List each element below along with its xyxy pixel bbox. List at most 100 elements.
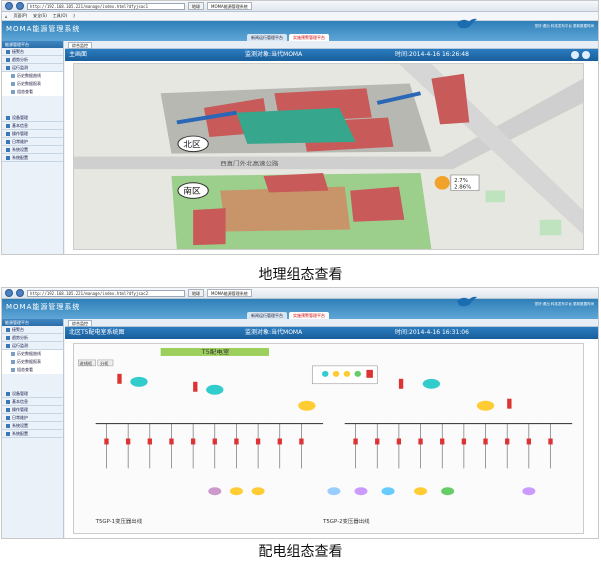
- app-title: MOMA能源管理系统: [6, 303, 81, 311]
- header-links[interactable]: 您好:退出 科技发布平台 更新数据时间: [535, 302, 594, 307]
- title-icons: [571, 51, 590, 59]
- sidebar-item-monitor[interactable]: 运行监测: [2, 64, 63, 72]
- browser-tab[interactable]: 地球: [188, 289, 204, 297]
- geo-title: 主画面: [69, 51, 88, 58]
- url-input[interactable]: http://192.168.105.221/manage/index.html…: [27, 2, 185, 10]
- sidebar: 能源管理平台 接警台 趋势分析 运行监测 历史数据曲线 历史数据报表 组态查看 …: [2, 41, 64, 254]
- folder-icon: [6, 423, 10, 428]
- home-icon[interactable]: ⌂: [5, 14, 8, 19]
- cmd-safety[interactable]: 安全(S): [33, 13, 47, 19]
- sidebar: 能源管理平台 接警台 趋势分析 运行监测 历史数据曲线 历史数据报表 组态查看 …: [2, 319, 64, 538]
- sidebar-item-config[interactable]: 系统配置: [2, 154, 63, 162]
- page-icon: [11, 360, 15, 364]
- meter-icon[interactable]: [229, 487, 243, 496]
- folder-icon: [6, 115, 10, 120]
- breaker[interactable]: [117, 373, 122, 384]
- green-patch: [539, 219, 562, 236]
- folder-icon: [6, 399, 10, 404]
- browser-tab[interactable]: 地球: [188, 2, 204, 10]
- refresh-icon[interactable]: [571, 51, 579, 59]
- badge-line-1: 2.7%: [454, 178, 468, 184]
- page-icon: [11, 368, 15, 372]
- back-button[interactable]: [5, 2, 13, 10]
- cmd-tools[interactable]: 工具(O): [53, 13, 67, 19]
- meter-icon[interactable]: [251, 487, 265, 496]
- app-title: MOMA能源管理系统: [6, 25, 81, 33]
- folder-icon: [6, 147, 10, 152]
- sidebar-sub-history-curve[interactable]: 历史数据曲线: [2, 350, 63, 358]
- forward-button[interactable]: [16, 289, 24, 297]
- main-content: 综合监控 北区T5配电室系统图 监测对象:当代MOMA 时间:2014-4-16…: [65, 319, 598, 538]
- transformer-icon[interactable]: [206, 384, 224, 395]
- meter-icon[interactable]: [414, 487, 428, 496]
- sidebar-item-monitor[interactable]: 运行监测: [2, 342, 63, 350]
- browser-command-bar: ⌂ 页面(P) 安全(S) 工具(O) ?: [2, 12, 598, 21]
- tab-operation[interactable]: 新闻运行管理平台: [247, 34, 287, 41]
- folder-icon: [6, 139, 10, 144]
- meter-icon[interactable]: [522, 487, 536, 496]
- transformer-icon[interactable]: [476, 400, 495, 411]
- page-tab[interactable]: 综合监控: [68, 42, 92, 49]
- page-tab[interactable]: 综合监控: [68, 320, 92, 327]
- folder-icon: [6, 65, 10, 70]
- sidebar-sub-config-view[interactable]: 组态查看: [2, 366, 63, 374]
- sidebar-sub-history-report[interactable]: 历史数据报表: [2, 80, 63, 88]
- folder-icon: [6, 431, 10, 436]
- tab-warning[interactable]: 实施预警管理平台: [289, 312, 329, 319]
- help-icon[interactable]: ?: [73, 14, 75, 19]
- building: [350, 186, 405, 222]
- south-plaza: [220, 186, 351, 232]
- meter-icon[interactable]: [434, 175, 450, 190]
- incoming-button-label: 进线柜: [79, 360, 92, 366]
- caption-geo: 地理组态查看: [258, 267, 343, 283]
- power-title-bar: 北区T5配电室系统图 监测对象:当代MOMA 时间:2014-4-16 16:3…: [65, 327, 598, 339]
- site-map-svg: 北区 西直门外北高速公路 南区 2.7% 2.86%: [74, 64, 583, 249]
- back-button[interactable]: [5, 289, 13, 297]
- folder-icon: [6, 327, 10, 332]
- main-content: 综合监控 主画面 监测对象:当代MOMA 时间:2014-4-16 16:26:…: [65, 41, 598, 254]
- legend-dot: [332, 370, 340, 377]
- breaker[interactable]: [193, 381, 198, 392]
- building: [263, 173, 329, 193]
- folder-icon: [6, 343, 10, 348]
- power-diagram: T5配电室 进线柜 分柜 T5GP-1变压器出线 T5GP-2变压器出线: [73, 343, 584, 534]
- app-tabs: 新闻运行管理平台 实施预警管理平台: [247, 34, 329, 41]
- meter-icon[interactable]: [441, 487, 455, 496]
- transformer-icon[interactable]: [422, 378, 441, 389]
- bus-b-label: T5GP-2变压器出线: [322, 517, 370, 525]
- breaker[interactable]: [507, 398, 512, 409]
- legend-switch: [366, 369, 373, 378]
- breaker[interactable]: [398, 378, 404, 389]
- app-header: MOMA能源管理系统 您好:退出 科技发布平台 更新数据时间 新闻运行管理平台 …: [2, 296, 598, 319]
- zoom-icon[interactable]: [582, 51, 590, 59]
- south-label: 南区: [183, 186, 200, 195]
- transformer-icon[interactable]: [298, 400, 316, 411]
- sidebar-sub-config-view[interactable]: 组态查看: [2, 88, 63, 96]
- geo-screenshot: http://192.168.105.221/manage/index.html…: [1, 0, 599, 255]
- header-links[interactable]: 您好:退出 科技发布平台 更新数据时间: [535, 24, 594, 29]
- single-line-diagram-svg: T5配电室 进线柜 分柜 T5GP-1变压器出线 T5GP-2变压器出线: [74, 344, 583, 533]
- meter-icon[interactable]: [354, 487, 368, 496]
- power-title: 北区T5配电室系统图: [69, 329, 125, 336]
- tab-operation[interactable]: 新闻运行管理平台: [247, 312, 287, 319]
- courtyard: [236, 107, 356, 144]
- browser-tab-moma[interactable]: MOMA能源管理系统: [207, 2, 252, 10]
- sidebar-item-config[interactable]: 系统配置: [2, 430, 63, 438]
- page-icon: [11, 90, 15, 94]
- forward-button[interactable]: [16, 2, 24, 10]
- bird-logo-icon: [457, 296, 477, 307]
- bird-logo-icon: [457, 18, 477, 29]
- page-tab-bar: 综合监控: [65, 319, 598, 327]
- url-input[interactable]: http://192.168.105.221/manage/index.html…: [27, 289, 185, 297]
- transformer-icon[interactable]: [130, 376, 148, 387]
- branch-button-label: 分柜: [100, 360, 109, 366]
- time-readout: 时间:2014-4-16 16:26:48: [395, 51, 469, 58]
- meter-icon[interactable]: [208, 487, 222, 496]
- meter-icon[interactable]: [327, 487, 341, 496]
- browser-tab-moma[interactable]: MOMA能源管理系统: [207, 289, 252, 297]
- cmd-page[interactable]: 页面(P): [14, 13, 28, 19]
- meter-icon[interactable]: [381, 487, 395, 496]
- tab-warning[interactable]: 实施预警管理平台: [289, 34, 329, 41]
- sidebar-sub-history-curve[interactable]: 历史数据曲线: [2, 72, 63, 80]
- sidebar-sub-history-report[interactable]: 历史数据报表: [2, 358, 63, 366]
